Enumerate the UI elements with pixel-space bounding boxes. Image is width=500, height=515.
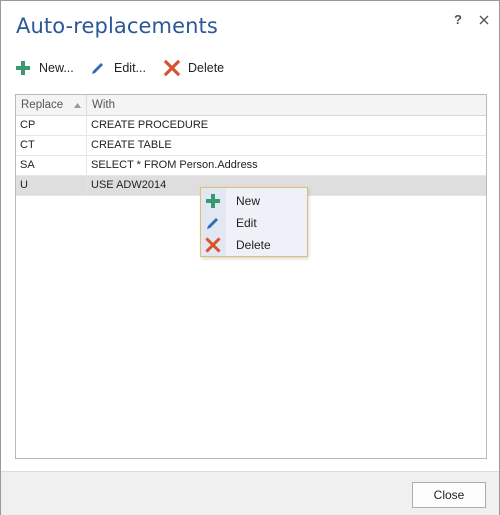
table-row[interactable]: CT CREATE TABLE [16,136,486,156]
plus-icon [205,193,221,209]
help-button[interactable]: ? [449,11,467,29]
pencil-icon [205,215,221,231]
column-header-replace[interactable]: Replace [16,95,87,116]
close-icon [479,15,489,25]
with-cell: SELECT * FROM Person.Address [91,159,258,171]
dialog-footer: Close [1,471,499,515]
with-cell: CREATE PROCEDURE [91,119,209,131]
context-menu-label: Edit [236,216,257,230]
replacements-grid[interactable]: Replace With CP CREATE PROCEDURE CT CREA… [15,94,487,459]
edit-button-label: Edit... [114,61,146,75]
delete-button-label: Delete [188,61,225,75]
edit-button[interactable]: Edit... [90,57,146,79]
context-menu-label: New [236,194,261,208]
pencil-icon [90,60,106,76]
table-row[interactable]: SA SELECT * FROM Person.Address [16,156,486,176]
context-menu-item-new[interactable]: New [201,190,307,212]
dialog-title: Auto-replacements [16,14,218,38]
delete-x-icon [163,59,181,77]
replace-cell: SA [16,156,87,175]
new-button-label: New... [39,61,74,75]
sort-ascending-icon [74,103,81,108]
close-button[interactable]: Close [412,482,486,508]
with-cell: CREATE TABLE [91,139,172,151]
context-menu-label: Delete [236,238,271,252]
grid-header: Replace With [16,95,486,116]
delete-x-icon [205,237,221,253]
context-menu-item-edit[interactable]: Edit [201,212,307,234]
replace-cell: U [16,176,87,195]
delete-button[interactable]: Delete [163,57,225,79]
plus-icon [15,60,31,76]
new-button[interactable]: New... [15,57,74,79]
table-row[interactable]: CP CREATE PROCEDURE [16,116,486,136]
replace-cell: CT [16,136,87,155]
auto-replacements-dialog: Auto-replacements ? New... Edit... Delet… [0,0,500,515]
context-menu: New Edit Delete [200,187,308,257]
replace-cell: CP [16,116,87,135]
context-menu-item-delete[interactable]: Delete [201,234,307,256]
close-window-button[interactable] [475,11,493,29]
column-header-with[interactable]: With [87,95,486,116]
